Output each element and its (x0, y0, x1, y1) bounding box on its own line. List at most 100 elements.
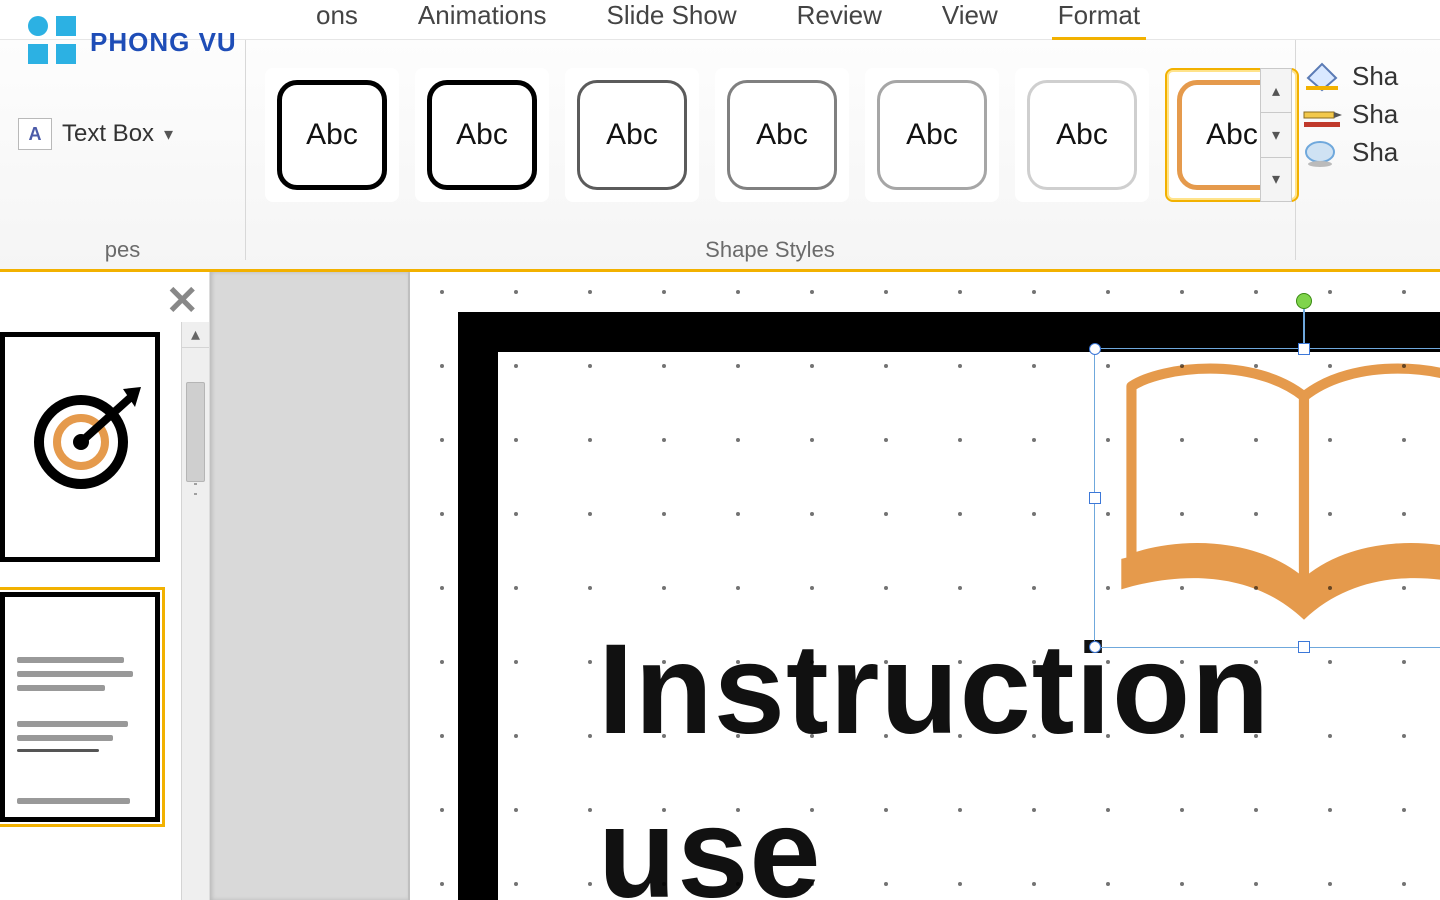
scroll-thumb[interactable] (186, 382, 205, 482)
slide-title: Instruction use (598, 608, 1270, 900)
shape-effects-button[interactable]: Sha (1302, 136, 1398, 168)
grid-dot (1328, 882, 1332, 886)
grid-dot (958, 512, 962, 516)
grid-dot (1328, 290, 1332, 294)
shape-style-option-5[interactable]: Abc (865, 68, 999, 202)
shape-fill-button[interactable]: Sha (1302, 60, 1398, 92)
grid-dot (440, 512, 444, 516)
shape-effects-label: Sha (1352, 137, 1398, 168)
grid-dot (588, 364, 592, 368)
grid-dot (662, 660, 666, 664)
tab-transitions[interactable]: ons (310, 0, 364, 37)
grid-dot (1254, 882, 1258, 886)
rotation-handle[interactable] (1296, 293, 1312, 309)
resize-handle-sw[interactable] (1089, 641, 1101, 653)
shape-style-option-2[interactable]: Abc (415, 68, 549, 202)
gallery-scroll-up[interactable]: ▴ (1260, 68, 1292, 113)
book-icon (1101, 355, 1440, 641)
grid-dot (736, 882, 740, 886)
grid-dot (1032, 734, 1036, 738)
grid-dot (588, 512, 592, 516)
grid-dot (884, 660, 888, 664)
grid-dot (1032, 290, 1036, 294)
grid-dot (736, 660, 740, 664)
grid-dot (662, 734, 666, 738)
scroll-up-icon[interactable]: ▴ (182, 322, 209, 348)
grid-dot (1254, 438, 1258, 442)
grid-dot (662, 364, 666, 368)
grid-dot (958, 808, 962, 812)
grid-dot (736, 808, 740, 812)
resize-handle-nw[interactable] (1089, 343, 1101, 355)
tab-slideshow[interactable]: Slide Show (601, 0, 743, 37)
chevron-down-icon: ▾ (164, 124, 173, 145)
grid-dot (884, 808, 888, 812)
grid-dot (440, 586, 444, 590)
close-panel-button[interactable]: ✕ (165, 278, 199, 324)
grid-dot (514, 882, 518, 886)
tab-review[interactable]: Review (791, 0, 888, 37)
tab-format[interactable]: Format (1052, 0, 1146, 41)
grid-dot (588, 734, 592, 738)
grid-dot (1402, 808, 1406, 812)
grid-dot (662, 290, 666, 294)
grid-dot (514, 808, 518, 812)
resize-handle-w[interactable] (1089, 492, 1101, 504)
grid-dot (588, 438, 592, 442)
bucket-icon (1302, 60, 1342, 92)
grid-dot (1180, 438, 1184, 442)
grid-dot (1106, 808, 1110, 812)
grid-dot (958, 586, 962, 590)
ribbon: A Text Box ▾ pes Abc Abc Abc Abc Abc Abc… (0, 40, 1440, 272)
resize-handle-s[interactable] (1298, 641, 1310, 653)
grid-dot (958, 882, 962, 886)
grid-dot (1106, 660, 1110, 664)
grid-dot (958, 734, 962, 738)
shape-style-option-3[interactable]: Abc (565, 68, 699, 202)
gallery-more-button[interactable]: ▾ (1260, 158, 1292, 202)
slide-thumbnail-2[interactable] (0, 592, 160, 822)
shape-style-option-4[interactable]: Abc (715, 68, 849, 202)
grid-dot (884, 438, 888, 442)
grid-dot (514, 512, 518, 516)
grid-dot (1106, 734, 1110, 738)
grid-dot (1402, 586, 1406, 590)
grid-dot (810, 660, 814, 664)
brand-logo: PHONG VU (28, 16, 237, 68)
slide-thumbnail-1[interactable] (0, 332, 160, 562)
textbox-icon: A (18, 118, 52, 150)
grid-dot (1032, 660, 1036, 664)
grid-dot (1254, 660, 1258, 664)
grid-dot (1254, 808, 1258, 812)
grid-dot (1180, 882, 1184, 886)
grid-dot (440, 734, 444, 738)
grid-dot (514, 438, 518, 442)
pencil-icon (1302, 98, 1342, 130)
grid-dot (1180, 290, 1184, 294)
grid-dot (514, 364, 518, 368)
gallery-scroll-down[interactable]: ▾ (1260, 113, 1292, 157)
slide-canvas[interactable]: // placeholder – dots generated below af… (410, 272, 1440, 900)
grid-dot (736, 512, 740, 516)
grid-dot (1180, 660, 1184, 664)
grid-dot (884, 734, 888, 738)
grid-dot (958, 290, 962, 294)
shape-style-option-6[interactable]: Abc (1015, 68, 1149, 202)
selected-shape-book[interactable] (1094, 348, 1440, 648)
shape-style-option-1[interactable]: Abc (265, 68, 399, 202)
textbox-button[interactable]: A Text Box ▾ (18, 112, 228, 156)
ribbon-group-shape-format: Sha Sha Sha (1302, 60, 1398, 168)
tab-animations[interactable]: Animations (412, 0, 553, 37)
grid-dot (1106, 882, 1110, 886)
gallery-scroll: ▴ ▾ ▾ (1260, 68, 1292, 202)
grid-dot (514, 290, 518, 294)
grid-dot (1180, 586, 1184, 590)
shape-outline-label: Sha (1352, 99, 1398, 130)
textbox-label: Text Box (62, 120, 154, 148)
panel-scrollbar[interactable]: ▴ (181, 322, 209, 900)
tab-view[interactable]: View (936, 0, 1004, 37)
grid-dot (588, 882, 592, 886)
editor-gutter (210, 272, 410, 900)
shape-outline-button[interactable]: Sha (1302, 98, 1398, 130)
resize-handle-n[interactable] (1298, 343, 1310, 355)
